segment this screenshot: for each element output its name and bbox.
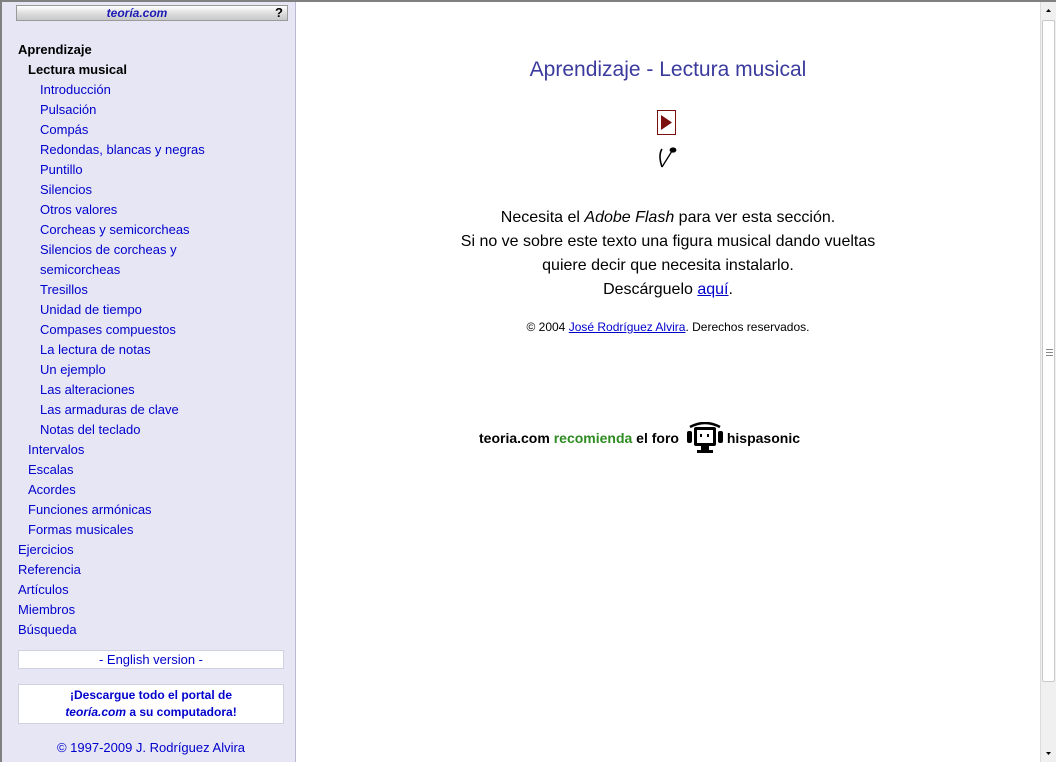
nav-notas-teclado[interactable]: Notas del teclado	[40, 420, 140, 440]
chevron-up-icon	[1046, 9, 1051, 12]
nav-tresillos[interactable]: Tresillos	[40, 280, 88, 300]
nav-silencios-corcheas[interactable]: Silencios de corcheas y	[40, 240, 177, 260]
nav-corcheas[interactable]: Corcheas y semicorcheas	[40, 220, 190, 240]
vertical-scrollbar[interactable]	[1040, 2, 1056, 762]
copyright-text: . Derechos reservados.	[685, 320, 810, 334]
nav-funciones[interactable]: Funciones armónicas	[28, 500, 152, 520]
nav-pulsacion[interactable]: Pulsación	[40, 100, 96, 120]
nav-lectura-notas[interactable]: La lectura de notas	[40, 340, 151, 360]
nav-intervalos[interactable]: Intervalos	[28, 440, 84, 460]
nav-silencios-corcheas-cont[interactable]: semicorcheas	[40, 260, 120, 280]
nav-un-ejemplo[interactable]: Un ejemplo	[40, 360, 106, 380]
nav-compases-compuestos[interactable]: Compases compuestos	[40, 320, 176, 340]
download-line-2-rest: a su computadora!	[126, 705, 237, 719]
nav-introduccion[interactable]: Introducción	[40, 80, 111, 100]
chevron-down-icon	[1046, 752, 1051, 755]
nav-puntillo[interactable]: Puntillo	[40, 160, 83, 180]
nav-lectura-musical[interactable]: Lectura musical	[28, 60, 127, 80]
adobe-flash-text: Adobe Flash	[584, 209, 675, 226]
nav-silencios[interactable]: Silencios	[40, 180, 92, 200]
download-line-1: ¡Descargue todo el portal de	[69, 688, 233, 702]
nav-escalas[interactable]: Escalas	[28, 460, 74, 480]
main-copyright: © 2004 José Rodríguez Alvira. Derechos r…	[296, 318, 1040, 336]
site-name-link[interactable]: teoría.com	[17, 6, 257, 20]
nav-miembros[interactable]: Miembros	[18, 600, 75, 620]
nav-articulos[interactable]: Artículos	[18, 580, 69, 600]
nav-armaduras[interactable]: Las armaduras de clave	[40, 400, 179, 420]
flash-line-4: Descárguelo aquí.	[296, 278, 1040, 302]
hispasonic-promo-banner[interactable]: teoria.com recomienda el foro hispasonic	[479, 418, 879, 458]
flash-line-3: quiere decir que necesita instalarlo.	[542, 257, 794, 274]
promo-recommend-text: recomienda	[553, 430, 633, 446]
play-icon	[661, 115, 672, 130]
promo-text: el foro	[632, 430, 683, 446]
scroll-up-button[interactable]	[1041, 2, 1056, 20]
nav-compas[interactable]: Compás	[40, 120, 88, 140]
main-content: Aprendizaje - Lectura musical Necesita e…	[296, 2, 1040, 762]
nav-referencia[interactable]: Referencia	[18, 560, 81, 580]
copyright-text: © 2004	[526, 320, 569, 334]
page-title: Aprendizaje - Lectura musical	[529, 58, 807, 81]
sidebar-header: teoría.com ?	[16, 5, 288, 21]
english-version-link[interactable]: - English version -	[18, 650, 284, 669]
flash-line-2: Si no ve sobre este texto una figura mus…	[460, 233, 876, 250]
download-site-name: teoría.com	[65, 705, 126, 719]
download-flash-link[interactable]: aquí	[697, 281, 728, 298]
download-portal-link[interactable]: ¡Descargue todo el portal de teoría.com …	[18, 684, 284, 724]
sidebar-copyright: © 1997-2009 J. Rodríguez Alvira	[56, 740, 246, 755]
nav-redondas[interactable]: Redondas, blancas y negras	[40, 140, 205, 160]
nav-formas[interactable]: Formas musicales	[28, 520, 133, 540]
promo-text: teoria.com	[479, 430, 554, 446]
nav-ejercicios[interactable]: Ejercicios	[18, 540, 74, 560]
flash-text: .	[728, 281, 733, 298]
promo-hispasonic-text: hispasonic	[726, 430, 800, 446]
flash-line-1: Necesita el Adobe Flash para ver esta se…	[296, 206, 1040, 230]
grip-icon	[1046, 349, 1053, 356]
monitor-logo-icon	[686, 422, 723, 454]
scroll-thumb[interactable]	[1042, 20, 1055, 682]
nav-busqueda[interactable]: Búsqueda	[18, 620, 77, 640]
nav-aprendizaje[interactable]: Aprendizaje	[18, 40, 92, 60]
nav-acordes[interactable]: Acordes	[28, 480, 76, 500]
play-button[interactable]	[657, 110, 676, 135]
help-icon[interactable]: ?	[275, 5, 283, 20]
flash-required-message: Necesita el Adobe Flash para ver esta se…	[296, 206, 1040, 302]
scroll-down-button[interactable]	[1041, 744, 1056, 762]
nav-otros-valores[interactable]: Otros valores	[40, 200, 117, 220]
flash-text: Necesita el	[500, 209, 585, 226]
eighth-note-icon	[659, 147, 677, 168]
sidebar: teoría.com ? Aprendizaje Lectura musical I…	[2, 2, 296, 762]
nav-unidad-tiempo[interactable]: Unidad de tiempo	[40, 300, 142, 320]
download-line-2: teoría.com a su computadora!	[19, 704, 283, 721]
flash-text: para ver esta sección.	[674, 209, 836, 226]
flash-text: Descárguelo	[603, 281, 698, 298]
nav-alteraciones[interactable]: Las alteraciones	[40, 380, 135, 400]
author-link[interactable]: José Rodríguez Alvira	[569, 320, 686, 334]
